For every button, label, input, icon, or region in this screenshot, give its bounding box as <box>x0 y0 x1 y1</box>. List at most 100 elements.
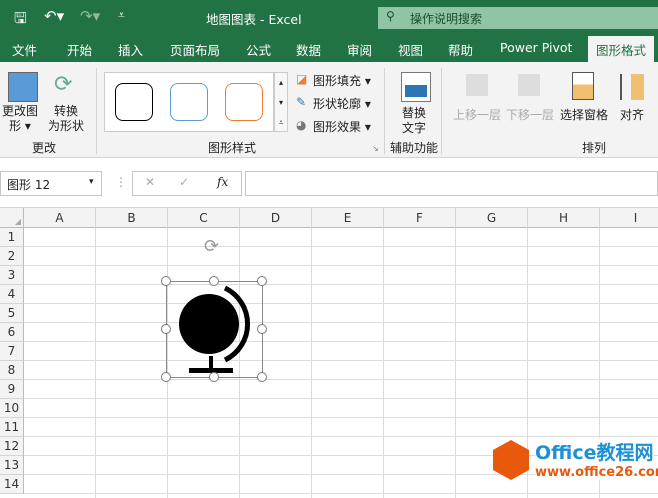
column-header[interactable]: B <box>96 208 168 228</box>
formula-bar: 图形 12 ▾ ⋮ ✕ ✓ fx <box>0 158 658 208</box>
resize-handle[interactable] <box>257 324 267 334</box>
redo-icon[interactable]: ↷▾ <box>80 7 100 25</box>
column-header[interactable]: I <box>600 208 658 228</box>
resize-handle[interactable] <box>161 276 171 286</box>
column-header[interactable]: C <box>168 208 240 228</box>
shape-outline-icon: ✎ <box>296 95 307 109</box>
gridline <box>24 322 658 323</box>
search-icon: ⚲ <box>386 9 395 23</box>
tab-view[interactable]: 视图 <box>398 40 423 59</box>
row-header[interactable]: 1 <box>0 228 24 247</box>
cancel-icon[interactable]: ✕ <box>145 175 155 189</box>
select-all-button[interactable]: ◢ <box>0 208 24 228</box>
align-icon <box>620 74 644 100</box>
gridline <box>311 228 312 498</box>
search-placeholder: 操作说明搜索 <box>410 12 483 26</box>
tab-review[interactable]: 审阅 <box>347 40 372 59</box>
style-orange-outline[interactable] <box>225 83 263 121</box>
shape-effects-button[interactable]: 图形效果 ▾ <box>313 118 371 135</box>
gridline <box>24 341 658 342</box>
chevron-down-icon: ▾ <box>89 177 94 187</box>
gridline <box>24 360 658 361</box>
resize-handle[interactable] <box>257 372 267 382</box>
customize-qat-icon[interactable]: ⩡ <box>118 8 125 23</box>
resize-handle[interactable] <box>161 372 171 382</box>
bring-forward-icon <box>466 74 488 96</box>
column-header[interactable]: H <box>528 208 600 228</box>
row-header[interactable]: 14 <box>0 475 24 494</box>
row-header[interactable]: 5 <box>0 304 24 323</box>
watermark-brand: Office教程网 <box>535 438 654 465</box>
formula-input[interactable] <box>245 171 658 196</box>
search-box[interactable]: ⚲ 操作说明搜索 <box>378 7 658 29</box>
column-header[interactable]: G <box>456 208 528 228</box>
globe-icon <box>179 285 250 373</box>
shape-fill-icon: ◪ <box>296 72 308 86</box>
shape-outline-button[interactable]: 形状轮廓 ▾ <box>313 95 371 112</box>
convert-shape-icon: ⟳ <box>54 72 73 97</box>
gridline <box>24 265 658 266</box>
alt-text-button[interactable]: 替换 文字 <box>402 106 426 136</box>
formula-buttons: ✕ ✓ fx <box>132 171 242 196</box>
change-shape-button[interactable]: 更改图 形 ▾ <box>2 104 38 134</box>
title-bar: 🖫 ↶▾ ↷▾ ⩡ 地图图表 - Excel ⚲ 操作说明搜索 <box>0 0 658 34</box>
gridline <box>24 417 658 418</box>
send-backward-button[interactable]: 下移一层 <box>506 106 554 123</box>
undo-icon[interactable]: ↶▾ <box>44 7 64 25</box>
column-header[interactable]: D <box>240 208 312 228</box>
row-header[interactable]: 8 <box>0 361 24 380</box>
row-header[interactable]: 13 <box>0 456 24 475</box>
style-blue-outline[interactable] <box>170 83 208 121</box>
shape-fill-button[interactable]: 图形填充 ▾ <box>313 72 371 89</box>
style-black-outline[interactable] <box>115 83 153 121</box>
shape-selection-box[interactable] <box>166 281 263 378</box>
tab-page-layout[interactable]: 页面布局 <box>170 40 220 59</box>
convert-to-shape-button[interactable]: 转换 为形状 <box>48 104 84 134</box>
row-header[interactable]: 3 <box>0 266 24 285</box>
tab-power-pivot[interactable]: Power Pivot <box>500 40 572 55</box>
gridline <box>24 493 658 494</box>
rotate-handle-icon[interactable]: ⟳ <box>204 236 219 257</box>
enter-icon[interactable]: ✓ <box>179 175 189 189</box>
gridline <box>24 436 658 437</box>
insert-function-icon[interactable]: fx <box>217 175 228 189</box>
resize-handle[interactable] <box>209 372 219 382</box>
gridline <box>24 303 658 304</box>
align-button[interactable]: 对齐 <box>620 106 644 123</box>
dialog-launcher-icon[interactable]: ↘ <box>372 144 379 153</box>
row-header[interactable]: 4 <box>0 285 24 304</box>
gallery-scroll[interactable]: ▴ ▾ ⩡ <box>274 72 288 132</box>
tab-help[interactable]: 帮助 <box>448 40 473 59</box>
row-header[interactable]: 11 <box>0 418 24 437</box>
column-header[interactable]: E <box>312 208 384 228</box>
column-header[interactable]: A <box>24 208 96 228</box>
tab-shape-format[interactable]: 图形格式 <box>588 36 655 62</box>
resize-handle[interactable] <box>209 276 219 286</box>
watermark-url: www.office26.com <box>535 465 658 480</box>
tab-formulas[interactable]: 公式 <box>246 40 271 59</box>
group-label-accessibility: 辅助功能 <box>390 141 439 155</box>
shape-effects-icon: ◕ <box>296 118 307 132</box>
column-header[interactable]: F <box>384 208 456 228</box>
row-header[interactable]: 9 <box>0 380 24 399</box>
row-header[interactable]: 12 <box>0 437 24 456</box>
row-header[interactable]: 2 <box>0 247 24 266</box>
row-header[interactable]: 7 <box>0 342 24 361</box>
tab-home[interactable]: 开始 <box>67 40 92 59</box>
tab-insert[interactable]: 插入 <box>118 40 143 59</box>
send-backward-icon <box>518 74 540 96</box>
bring-forward-button[interactable]: 上移一层 <box>453 106 501 123</box>
shape-styles-gallery <box>104 72 274 132</box>
selection-pane-button[interactable]: 选择窗格 <box>560 106 608 123</box>
tab-file[interactable]: 文件 <box>12 40 37 59</box>
tab-data[interactable]: 数据 <box>296 40 321 59</box>
save-icon[interactable]: 🖫 <box>14 8 27 33</box>
resize-handle[interactable] <box>257 276 267 286</box>
window-title: 地图图表 - Excel <box>206 12 302 27</box>
selection-pane-icon <box>572 72 594 100</box>
ribbon-tabs: 文件 开始 插入 页面布局 公式 数据 审阅 视图 帮助 Power Pivot… <box>0 34 658 62</box>
resize-handle[interactable] <box>161 324 171 334</box>
row-header[interactable]: 10 <box>0 399 24 418</box>
row-header[interactable]: 6 <box>0 323 24 342</box>
name-box[interactable]: 图形 12 ▾ <box>0 171 102 196</box>
